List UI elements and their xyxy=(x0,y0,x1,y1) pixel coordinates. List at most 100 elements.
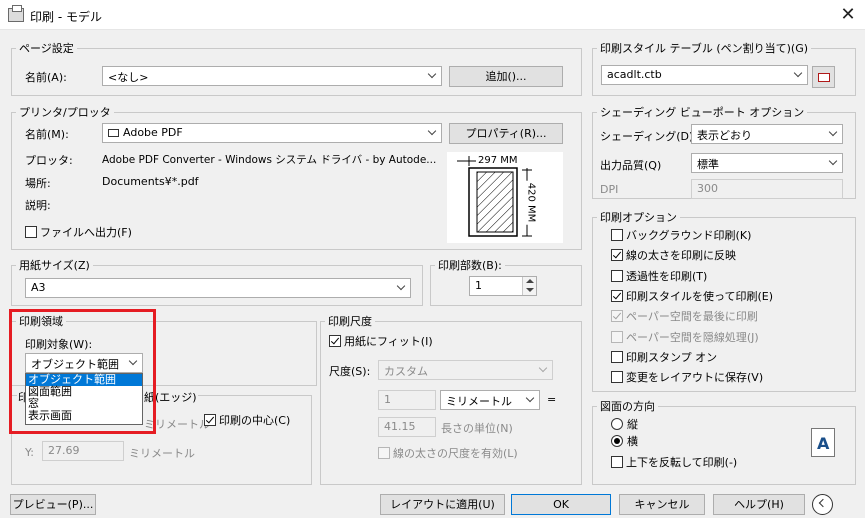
quality-combo[interactable]: 標準 xyxy=(691,153,843,173)
plot-option-label: 印刷スタンプ オン xyxy=(626,350,718,364)
checkbox-box xyxy=(611,289,623,302)
copies-value: 1 xyxy=(475,279,482,292)
plot-style-table-value: acadlt.ctb xyxy=(607,68,662,81)
checkbox-box xyxy=(611,249,623,262)
y-unit-label: ミリメートル xyxy=(129,447,195,460)
checkbox-box xyxy=(611,371,623,384)
highlight-box xyxy=(9,309,156,434)
title-bar xyxy=(0,0,865,30)
plotter-label: プロッタ: xyxy=(25,154,73,167)
plot-options-legend: 印刷オプション xyxy=(600,211,677,224)
paper-size-combo[interactable]: A3 xyxy=(25,278,411,298)
plot-option-checkbox-4[interactable]: ペーパー空間を最後に印刷 xyxy=(611,310,758,325)
chevron-down-icon xyxy=(829,129,839,139)
orientation-preview-icon: A xyxy=(811,428,835,457)
dpi-value: 300 xyxy=(697,182,718,195)
chevron-down-icon xyxy=(428,128,438,138)
location-value: Documents¥*.pdf xyxy=(102,175,199,188)
copies-spin-buttons[interactable] xyxy=(522,277,536,295)
printer-name-label: 名前(M): xyxy=(25,128,69,141)
scale-combo[interactable]: カスタム xyxy=(378,360,553,380)
spin-up-icon[interactable] xyxy=(526,279,534,283)
scale-lineweights-label: 線の太さの尺度を有効(L) xyxy=(393,447,518,460)
edit-plot-style-button[interactable] xyxy=(812,66,835,88)
close-icon[interactable]: ✕ xyxy=(836,3,860,27)
portrait-label: 縦 xyxy=(627,418,638,431)
spin-down-icon[interactable] xyxy=(526,288,534,292)
printer-properties-button[interactable]: プロパティ(R)... xyxy=(449,123,563,144)
orientation-legend: 図面の方向 xyxy=(600,400,655,413)
scale-lineweights-checkbox[interactable]: 線の太さの尺度を有効(L) xyxy=(378,447,518,462)
scale-label: 尺度(S): xyxy=(329,365,371,378)
plot-style-table-legend: 印刷スタイル テーブル (ペン割り当て)(G) xyxy=(600,42,809,55)
fit-to-paper-checkbox[interactable]: 用紙にフィット(I) xyxy=(329,335,433,350)
y-offset-value: 27.69 xyxy=(48,444,80,457)
add-page-setup-button[interactable]: 追加()... xyxy=(449,66,563,87)
portrait-radio[interactable]: 縦 xyxy=(611,418,638,433)
quality-value: 標準 xyxy=(697,158,719,171)
checkbox-box xyxy=(611,330,623,343)
plot-option-label: ペーパー空間を最後に印刷 xyxy=(626,310,758,324)
plot-option-checkbox-3[interactable]: 印刷スタイルを使って印刷(E) xyxy=(611,289,773,305)
orientation-letter: A xyxy=(817,434,830,453)
dpi-label: DPI xyxy=(600,183,619,196)
printer-name-combo[interactable]: Adobe PDF xyxy=(102,123,442,143)
printer-icon xyxy=(108,129,119,137)
plot-option-checkbox-0[interactable]: バックグラウンド印刷(K) xyxy=(611,229,751,244)
location-label: 場所: xyxy=(25,177,51,190)
cancel-button[interactable]: キャンセル xyxy=(619,494,705,515)
plot-scale-legend: 印刷尺度 xyxy=(328,315,372,328)
shade-plot-combo[interactable]: 表示どおり xyxy=(691,124,843,144)
plot-option-checkbox-7[interactable]: 変更をレイアウトに保存(V) xyxy=(611,371,763,386)
ok-button[interactable]: OK xyxy=(511,494,611,515)
plot-option-checkbox-6[interactable]: 印刷スタンプ オン xyxy=(611,350,718,366)
shade-plot-label: シェーディング(D) xyxy=(600,130,694,143)
landscape-radio[interactable]: 横 xyxy=(611,435,638,450)
center-plot-checkbox[interactable]: 印刷の中心(C) xyxy=(204,414,290,429)
plot-option-checkbox-5[interactable]: ペーパー空間を隠線処理(J) xyxy=(611,330,759,346)
chevron-left-icon xyxy=(818,498,828,508)
plot-option-label: 印刷スタイルを使って印刷(E) xyxy=(626,289,773,303)
plot-option-label: 線の太さを印刷に反映 xyxy=(626,249,736,263)
chevron-down-icon xyxy=(526,395,536,405)
scale-value: カスタム xyxy=(384,365,428,378)
copies-legend: 印刷部数(B): xyxy=(438,259,502,272)
scale-value-1-field[interactable]: 1 xyxy=(378,390,436,410)
page-setup-name-combo[interactable]: <なし> xyxy=(102,66,442,86)
plot-option-checkbox-1[interactable]: 線の太さを印刷に反映 xyxy=(611,249,736,264)
shaded-viewport-legend: シェーディング ビューポート オプション xyxy=(600,106,805,119)
collapse-options-button[interactable] xyxy=(812,494,833,515)
printer-legend: プリンタ/プロッタ xyxy=(19,106,111,119)
help-button[interactable]: ヘルプ(H) xyxy=(713,494,805,515)
description-label: 説明: xyxy=(25,199,51,212)
copies-spinner[interactable]: 1 xyxy=(469,276,537,296)
paper-size-legend: 用紙サイズ(Z) xyxy=(19,259,90,272)
window-title: 印刷 - モデル xyxy=(30,10,102,24)
y-offset-field[interactable]: 27.69 xyxy=(42,441,124,461)
apply-to-layout-button[interactable]: レイアウトに適用(U) xyxy=(380,494,505,515)
page-setup-legend: ページ設定 xyxy=(19,42,74,55)
preview-button[interactable]: プレビュー(P)... xyxy=(10,494,96,515)
checkbox-box xyxy=(611,310,623,323)
center-plot-label: 印刷の中心(C) xyxy=(219,414,291,427)
y-offset-label: Y: xyxy=(25,446,34,459)
page-setup-name-value: <なし> xyxy=(108,71,149,84)
scale-unit-combo[interactable]: ミリメートル xyxy=(440,390,540,410)
scale-unit-value: ミリメートル xyxy=(446,395,512,408)
shade-plot-value: 表示どおり xyxy=(697,129,752,142)
scale-value-2: 41.15 xyxy=(384,420,416,433)
plotter-value: Adobe PDF Converter - Windows システム ドライバ … xyxy=(102,154,437,166)
upside-down-checkbox[interactable]: 上下を反転して印刷(-) xyxy=(611,456,737,471)
checkbox-box xyxy=(611,350,623,363)
equals-sign: = xyxy=(547,393,557,406)
plot-style-table-combo[interactable]: acadlt.ctb xyxy=(601,65,808,85)
plot-option-checkbox-2[interactable]: 透過性を印刷(T) xyxy=(611,269,707,285)
print-to-file-checkbox[interactable]: ファイルへ出力(F) xyxy=(25,226,132,241)
checkbox-box xyxy=(611,269,623,282)
dpi-field[interactable]: 300 xyxy=(691,179,843,199)
scale-value-2-field[interactable]: 41.15 xyxy=(378,417,436,437)
checkbox-box xyxy=(611,229,623,241)
paper-height-label: 420 MM xyxy=(525,180,537,225)
printer-name-value: Adobe PDF xyxy=(123,126,183,139)
page-setup-name-label: 名前(A): xyxy=(25,71,67,84)
